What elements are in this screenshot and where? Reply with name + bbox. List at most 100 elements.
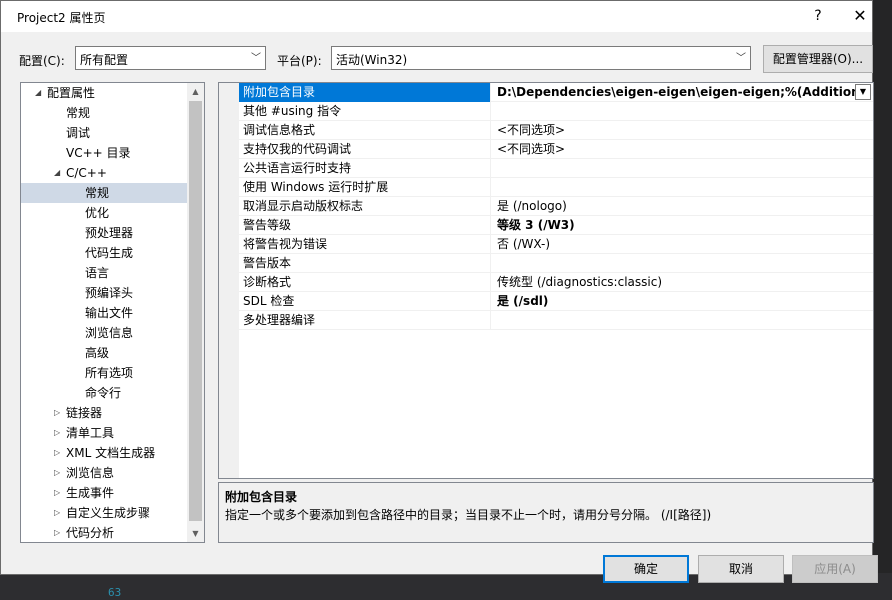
- config-manager-button[interactable]: 配置管理器(O)...: [763, 45, 873, 73]
- property-row[interactable]: 调试信息格式 <不同选项>: [239, 121, 873, 140]
- property-row[interactable]: 取消显示启动版权标志是 (/nologo): [239, 197, 873, 216]
- tree-item[interactable]: 预编译头: [21, 283, 187, 303]
- tree-item[interactable]: 输出文件: [21, 303, 187, 323]
- expanded-arrow-icon[interactable]: ◢: [35, 83, 41, 103]
- property-value[interactable]: <不同选项>: [493, 140, 873, 159]
- tree-item[interactable]: 命令行: [21, 383, 187, 403]
- tree-item[interactable]: 常规: [21, 183, 187, 203]
- cancel-button[interactable]: 取消: [698, 555, 784, 583]
- collapsed-arrow-icon[interactable]: ▷: [54, 443, 60, 463]
- tree-item-label: 语言: [85, 266, 110, 280]
- tree-item[interactable]: ▷ 链接器: [21, 403, 187, 423]
- tree-item[interactable]: 常规: [21, 103, 187, 123]
- tree-item[interactable]: ▷ 浏览信息: [21, 463, 187, 483]
- tree-item-label: 优化: [85, 206, 110, 220]
- property-row[interactable]: 公共语言运行时支持: [239, 159, 873, 178]
- tree-item-label: 高级: [85, 346, 110, 360]
- tree-item[interactable]: VC++ 目录: [21, 143, 187, 163]
- tree-item[interactable]: ▷ 清单工具: [21, 423, 187, 443]
- tree-item[interactable]: 所有选项: [21, 363, 187, 383]
- tree-item-label: 自定义生成步骤: [66, 506, 151, 520]
- property-value[interactable]: [493, 178, 873, 197]
- background-line-number: 63: [108, 586, 122, 599]
- property-value[interactable]: <不同选项>: [493, 121, 873, 140]
- property-name: 警告等级: [239, 216, 491, 235]
- tree-item[interactable]: 高级: [21, 343, 187, 363]
- property-value[interactable]: [493, 254, 873, 273]
- property-name: 调试信息格式: [239, 121, 491, 140]
- property-row[interactable]: 将警告视为错误否 (/WX-): [239, 235, 873, 254]
- scroll-up-icon[interactable]: ▲: [187, 83, 204, 100]
- tree-item-label: 预处理器: [85, 226, 134, 240]
- property-row[interactable]: 多处理器编译: [239, 311, 873, 330]
- description-title: 附加包含目录: [225, 490, 298, 504]
- property-row[interactable]: 诊断格式 传统型 (/diagnostics:classic): [239, 273, 873, 292]
- collapsed-arrow-icon[interactable]: ▷: [54, 463, 60, 483]
- property-value[interactable]: [493, 102, 873, 121]
- tree-scrollbar[interactable]: ▲ ▼: [187, 83, 204, 542]
- property-row[interactable]: 附加包含目录 D:\Dependencies\eigen-eigen\eigen-…: [239, 83, 873, 102]
- tree-item[interactable]: ◢ 配置属性: [21, 83, 187, 103]
- tree-item[interactable]: 语言: [21, 263, 187, 283]
- window-title: Project2 属性页: [17, 11, 106, 25]
- chevron-down-icon[interactable]: ▼: [855, 84, 871, 100]
- tree-item-label: 所有选项: [85, 366, 134, 380]
- property-row[interactable]: 警告等级 等级 3 (/W3): [239, 216, 873, 235]
- collapsed-arrow-icon[interactable]: ▷: [54, 523, 60, 542]
- scroll-thumb[interactable]: [189, 101, 202, 521]
- property-value[interactable]: 是 (/nologo): [493, 197, 873, 216]
- tree-item-label: 生成事件: [66, 486, 115, 500]
- property-value[interactable]: 等级 3 (/W3): [493, 216, 873, 235]
- tree-item[interactable]: 调试: [21, 123, 187, 143]
- tree-item-label: 命令行: [85, 386, 122, 400]
- platform-select[interactable]: 活动(Win32) ﹀: [331, 46, 751, 70]
- tree-item[interactable]: 代码生成: [21, 243, 187, 263]
- collapsed-arrow-icon[interactable]: ▷: [54, 503, 60, 523]
- property-row[interactable]: 警告版本: [239, 254, 873, 273]
- property-value[interactable]: D:\Dependencies\eigen-eigen\eigen-eigen;…: [493, 83, 873, 102]
- scroll-down-icon[interactable]: ▼: [187, 525, 204, 542]
- property-row[interactable]: 其他 #using 指令: [239, 102, 873, 121]
- property-value[interactable]: [493, 159, 873, 178]
- property-name: 公共语言运行时支持: [239, 159, 491, 178]
- description-text: 指定一个或多个要添加到包含路径中的目录；当目录不止一个时，请用分号分隔。 (/I…: [225, 508, 712, 522]
- property-row[interactable]: 使用 Windows 运行时扩展: [239, 178, 873, 197]
- tree-item[interactable]: ▷ 自定义生成步骤: [21, 503, 187, 523]
- property-row[interactable]: SDL 检查是 (/sdl): [239, 292, 873, 311]
- tree-item[interactable]: ▷ 生成事件: [21, 483, 187, 503]
- tree-item[interactable]: 预处理器: [21, 223, 187, 243]
- tree-item[interactable]: ▷ XML 文档生成器: [21, 443, 187, 463]
- tree-item[interactable]: 浏览信息: [21, 323, 187, 343]
- tree-item-label: VC++ 目录: [66, 146, 131, 160]
- tree-item[interactable]: 优化: [21, 203, 187, 223]
- tree-item[interactable]: ◢ C/C++: [21, 163, 187, 183]
- property-name: 将警告视为错误: [239, 235, 491, 254]
- property-name: 附加包含目录: [239, 83, 491, 102]
- collapsed-arrow-icon[interactable]: ▷: [54, 483, 60, 503]
- apply-button[interactable]: 应用(A): [792, 555, 878, 583]
- property-value[interactable]: [493, 311, 873, 330]
- description-pane: 附加包含目录 指定一个或多个要添加到包含路径中的目录；当目录不止一个时，请用分号…: [218, 482, 874, 543]
- category-tree: ◢ 配置属性 常规 调试 VC++ 目录 ◢ C/C++ 常规 优化 预处理器 代码生成 语言 预编译头…: [20, 82, 205, 543]
- collapsed-arrow-icon[interactable]: ▷: [54, 403, 60, 423]
- expanded-arrow-icon[interactable]: ◢: [54, 163, 60, 183]
- grid-margin: [219, 83, 239, 478]
- tree-item-label: 输出文件: [85, 306, 134, 320]
- ok-button[interactable]: 确定: [603, 555, 689, 583]
- property-value[interactable]: 是 (/sdl): [493, 292, 873, 311]
- tree-item-label: 链接器: [66, 406, 103, 420]
- property-pages-dialog: Project2 属性页 ? ✕ 配置(C): 所有配置 ﹀ 平台(P): 活动…: [0, 0, 878, 583]
- background-editor: [873, 0, 892, 600]
- config-select[interactable]: 所有配置 ﹀: [75, 46, 266, 70]
- property-row[interactable]: 支持仅我的代码调试 <不同选项>: [239, 140, 873, 159]
- property-value[interactable]: 否 (/WX-): [493, 235, 873, 254]
- help-button[interactable]: ?: [801, 3, 835, 29]
- close-button[interactable]: ✕: [843, 3, 877, 29]
- tree-item-label: C/C++: [66, 166, 107, 180]
- property-value[interactable]: 传统型 (/diagnostics:classic): [493, 273, 873, 292]
- tree-item[interactable]: ▷ 代码分析: [21, 523, 187, 542]
- config-label: 配置(C):: [19, 54, 65, 68]
- collapsed-arrow-icon[interactable]: ▷: [54, 423, 60, 443]
- tree-item-label: 配置属性: [47, 86, 96, 100]
- config-select-value: 所有配置: [80, 53, 129, 67]
